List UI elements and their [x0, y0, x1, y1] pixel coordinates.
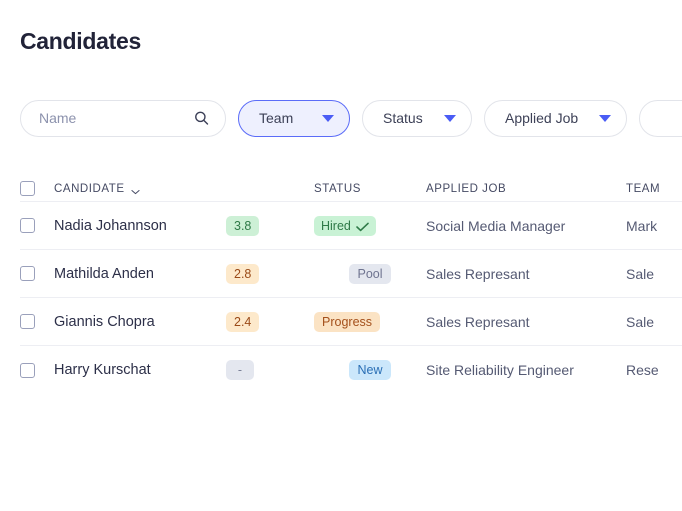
status-badge: Hired [314, 215, 376, 236]
row-checkbox[interactable] [20, 218, 35, 233]
page-title: Candidates [20, 28, 141, 54]
column-header-team: TEAM [626, 182, 661, 195]
chevron-down-icon [444, 114, 456, 122]
candidate-name: Giannis Chopra [54, 313, 155, 330]
filter-applied-job-label: Applied Job [505, 110, 579, 126]
applied-job-cell: Sales Represant [426, 265, 530, 282]
table-body: Nadia Johannson 3.8 Hired Social Media M… [20, 202, 682, 394]
candidates-page: Candidates Team Status Applied Job [0, 0, 682, 511]
candidate-cell: Mathilda Anden 2.8 [20, 263, 314, 284]
column-header-status: STATUS [314, 182, 361, 195]
filter-team[interactable]: Team [238, 99, 350, 137]
status-cell: New [314, 360, 426, 380]
applied-job-cell: Social Media Manager [426, 217, 566, 234]
row-checkbox[interactable] [20, 266, 35, 281]
status-cell: Pool [314, 263, 426, 284]
filter-status-label: Status [383, 110, 423, 126]
filter-status[interactable]: Status [362, 99, 472, 137]
column-header-applied-job: APPLIED JOB [426, 182, 507, 195]
candidate-name: Nadia Johannson [54, 217, 167, 234]
search-icon[interactable] [194, 111, 209, 126]
status-badge: Pool [349, 263, 391, 284]
table-row[interactable]: Giannis Chopra 2.4 Progress Sales Repres… [20, 298, 682, 346]
status-cell: Progress [314, 311, 426, 332]
candidate-cell: Harry Kurschat - [20, 360, 314, 380]
table-row[interactable]: Mathilda Anden 2.8 Pool Sales Represant … [20, 250, 682, 298]
team-cell: Sale [626, 265, 655, 282]
filter-applied-job[interactable]: Applied Job [484, 99, 627, 137]
chevron-down-icon [322, 114, 334, 122]
row-checkbox[interactable] [20, 362, 35, 378]
column-header-candidate-label: CANDIDATE [54, 182, 125, 195]
team-cell: Sale [626, 313, 655, 330]
status-badge: Progress [314, 311, 381, 332]
filter-overflow[interactable] [639, 99, 682, 137]
table-header-row: CANDIDATE STATUS APPLIED JOB TEAM [20, 176, 682, 202]
row-checkbox[interactable] [20, 314, 35, 329]
candidates-table: CANDIDATE STATUS APPLIED JOB TEAM Nadia … [20, 176, 682, 394]
candidate-cell: Giannis Chopra 2.4 [20, 311, 314, 332]
score-badge: 2.4 [226, 311, 260, 332]
table-row[interactable]: Nadia Johannson 3.8 Hired Social Media M… [20, 202, 682, 250]
chevron-down-icon[interactable] [130, 186, 140, 194]
team-cell: Mark [626, 217, 658, 234]
filter-team-label: Team [259, 110, 294, 126]
status-badge: New [349, 360, 391, 380]
candidate-name: Harry Kurschat [54, 362, 151, 378]
applied-job-cell: Sales Represant [426, 313, 530, 330]
score-badge: 2.8 [226, 263, 260, 284]
check-icon [356, 221, 369, 231]
status-cell: Hired [314, 215, 426, 236]
search-input[interactable] [39, 110, 189, 126]
search-box[interactable] [20, 99, 226, 137]
applied-job-cell: Site Reliability Engineer [426, 362, 574, 378]
candidate-name: Mathilda Anden [54, 265, 154, 282]
column-header-candidate[interactable]: CANDIDATE [20, 181, 314, 196]
score-badge: - [226, 360, 254, 380]
filter-bar: Team Status Applied Job [20, 99, 682, 137]
score-badge: 3.8 [226, 215, 260, 236]
select-all-checkbox[interactable] [20, 181, 35, 196]
team-cell: Rese [626, 362, 659, 378]
candidate-cell: Nadia Johannson 3.8 [20, 215, 314, 236]
table-row[interactable]: Harry Kurschat - New Site Reliability En… [20, 346, 682, 394]
status-badge-label: Hired [321, 218, 351, 233]
chevron-down-icon [599, 114, 611, 122]
